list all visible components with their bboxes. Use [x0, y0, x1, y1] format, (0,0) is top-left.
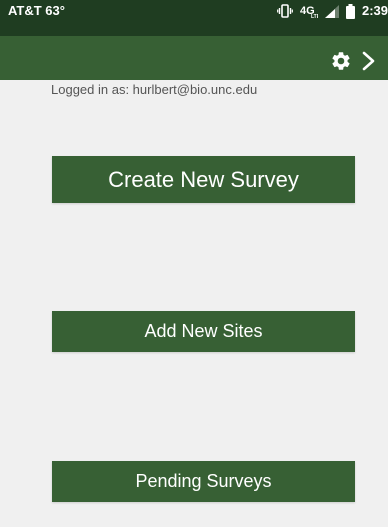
app-bar: [0, 36, 388, 80]
settings-button[interactable]: [330, 50, 352, 72]
create-survey-button[interactable]: Create New Survey: [52, 156, 355, 203]
logged-in-label: Logged in as: hurlbert@bio.unc.edu: [51, 82, 258, 97]
app-screen: AT&T 63° 4G LTE: [0, 0, 388, 527]
next-button[interactable]: [360, 49, 378, 73]
status-clock: 2:39: [361, 3, 388, 18]
battery-icon: [345, 3, 355, 19]
pending-surveys-button[interactable]: Pending Surveys: [52, 461, 355, 502]
add-sites-button[interactable]: Add New Sites: [52, 311, 355, 352]
gear-icon: [332, 52, 350, 70]
chevron-right-icon: [362, 51, 375, 71]
status-bar: AT&T 63° 4G LTE: [0, 0, 388, 36]
status-icons: 4G LTE 2:39: [277, 1, 388, 21]
cell-signal-icon: [324, 4, 339, 18]
svg-text:LTE: LTE: [311, 14, 318, 18]
carrier-label: AT&T 63°: [8, 3, 65, 18]
vibrate-icon: [277, 4, 293, 18]
lte-signal-icon: 4G LTE: [300, 4, 318, 18]
